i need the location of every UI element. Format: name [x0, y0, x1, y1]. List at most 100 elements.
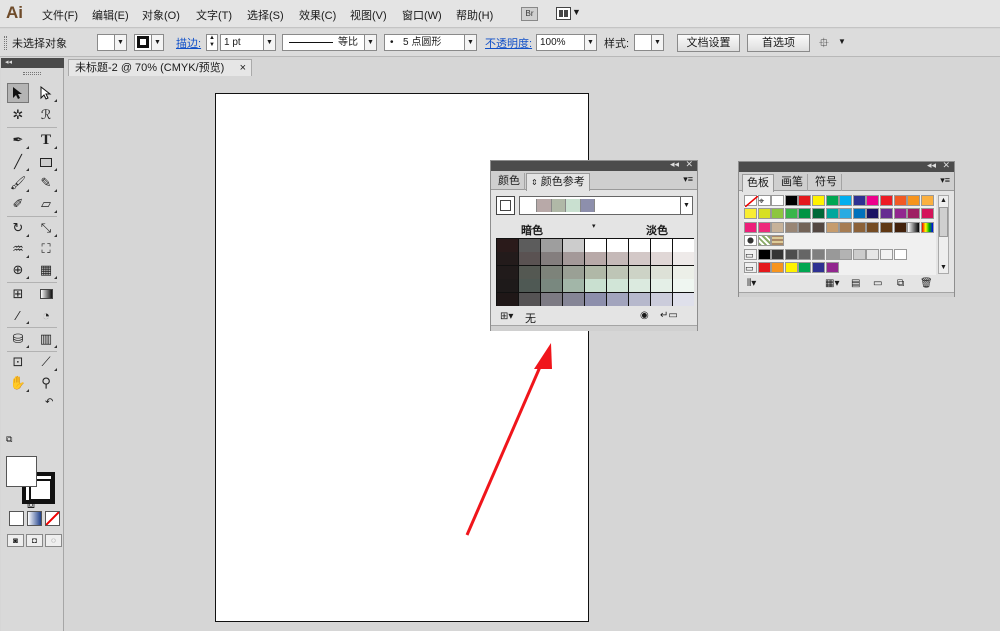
color-swatch[interactable]	[784, 262, 798, 273]
slice-tool-icon[interactable]: ⟋	[35, 352, 57, 372]
color-swatch[interactable]	[880, 221, 893, 233]
color-variation-swatch[interactable]	[541, 239, 562, 252]
zoom-tool-icon[interactable]: ⚲	[35, 373, 57, 393]
fill-color-select[interactable]: ▼	[97, 34, 127, 51]
color-variation-swatch[interactable]	[607, 239, 628, 252]
tab-symbols[interactable]: 符号	[811, 174, 842, 191]
swatch-scrollbar[interactable]: ▲ ▼	[938, 195, 949, 274]
color-variation-swatch[interactable]	[519, 265, 540, 279]
color-swatch[interactable]	[798, 195, 812, 206]
color-swatch[interactable]	[757, 262, 771, 273]
color-swatch[interactable]	[866, 248, 880, 260]
color-variation-swatch[interactable]	[497, 239, 518, 252]
paintbrush-tool-icon[interactable]: 🖌	[7, 173, 29, 193]
draw-behind-icon[interactable]: ◘	[26, 534, 43, 547]
folder-icon[interactable]: ▭	[744, 262, 757, 273]
color-variation-swatch[interactable]	[607, 292, 628, 306]
color-variation-swatch[interactable]	[607, 252, 628, 266]
color-swatch[interactable]	[757, 221, 771, 233]
pencil-tool-icon[interactable]: ✎	[35, 173, 57, 193]
chevron-down-icon[interactable]: ▼	[838, 37, 846, 46]
color-swatch[interactable]	[907, 195, 921, 206]
color-swatch[interactable]	[866, 208, 880, 220]
none-swatch[interactable]	[744, 195, 759, 208]
color-variation-swatch[interactable]	[651, 279, 672, 293]
opacity-label[interactable]: 不透明度:	[485, 35, 532, 51]
color-swatch[interactable]	[812, 262, 825, 273]
color-variation-swatch[interactable]	[673, 279, 694, 293]
draw-normal-icon[interactable]: ◙	[7, 534, 24, 547]
color-variation-swatch[interactable]	[673, 292, 694, 306]
color-swatch[interactable]	[839, 195, 853, 206]
menu-type[interactable]: 文字(T)	[196, 7, 232, 23]
graphic-style-select[interactable]: ▼	[634, 34, 664, 51]
color-variation-swatch[interactable]	[585, 292, 606, 306]
color-swatch[interactable]	[771, 262, 785, 273]
collapse-icon[interactable]: ◂◂	[1, 58, 64, 68]
color-swatch[interactable]	[880, 208, 893, 220]
color-variation-swatch[interactable]	[607, 265, 628, 279]
scale-tool-icon[interactable]: ⤡	[35, 218, 57, 238]
free-transform-tool-icon[interactable]: ⛶	[35, 239, 57, 259]
color-variation-swatch[interactable]	[629, 279, 650, 293]
gradient-swatch[interactable]	[920, 221, 934, 233]
new-color-group-icon[interactable]: ▭	[873, 278, 882, 289]
color-variation-swatch[interactable]	[651, 292, 672, 306]
panel-resize-handle[interactable]	[491, 325, 697, 331]
color-variation-swatch[interactable]	[541, 292, 562, 306]
perspective-grid-tool-icon[interactable]: ▦	[35, 260, 57, 280]
color-variation-swatch[interactable]	[541, 279, 562, 293]
blend-tool-icon[interactable]: ◔	[35, 305, 57, 325]
hand-tool-icon[interactable]: ✋	[7, 373, 29, 393]
color-variation-swatch[interactable]	[563, 265, 584, 279]
color-swatch[interactable]	[893, 221, 907, 233]
align-to-icon[interactable]: ⯐	[819, 34, 829, 56]
scroll-down-icon[interactable]: ▼	[939, 263, 948, 273]
panel-menu-icon[interactable]: ▾≡	[683, 174, 693, 185]
swatch-options-icon[interactable]: ▤	[851, 278, 860, 289]
tab-brushes[interactable]: 画笔	[777, 174, 808, 191]
color-swatch[interactable]	[757, 208, 771, 220]
color-swatch[interactable]	[757, 248, 771, 260]
color-variation-swatch[interactable]	[541, 265, 562, 279]
direct-selection-tool-icon[interactable]	[35, 83, 57, 103]
default-fill-stroke-icon[interactable]: ⧉	[6, 434, 12, 445]
color-variation-swatch[interactable]	[563, 239, 584, 252]
color-swatch[interactable]	[784, 208, 798, 220]
menu-window[interactable]: 窗口(W)	[402, 7, 442, 23]
magic-wand-tool-icon[interactable]: ✲	[7, 105, 29, 125]
menu-object[interactable]: 对象(O)	[142, 7, 180, 23]
color-swatch[interactable]	[920, 208, 934, 220]
new-swatch-icon[interactable]: ⧉	[897, 278, 904, 289]
menu-effect[interactable]: 效果(C)	[299, 7, 336, 23]
color-swatch[interactable]	[880, 248, 893, 260]
gradient-tool-icon[interactable]	[35, 284, 57, 304]
menu-view[interactable]: 视图(V)	[350, 7, 387, 23]
close-icon[interactable]: ✕	[942, 160, 950, 171]
color-variation-swatch[interactable]	[629, 265, 650, 279]
color-variation-swatch[interactable]	[563, 292, 584, 306]
document-setup-button[interactable]: 文档设置	[677, 34, 740, 52]
none-mode-icon[interactable]	[45, 511, 60, 526]
collapse-icon[interactable]: ◂◂	[670, 159, 679, 170]
color-swatch[interactable]	[852, 248, 866, 260]
color-variation-swatch[interactable]	[585, 265, 606, 279]
color-swatch[interactable]	[798, 221, 812, 233]
color-swatch[interactable]	[852, 195, 866, 206]
color-swatch[interactable]	[744, 208, 757, 220]
fill-color-swatch[interactable]	[6, 456, 37, 487]
line-tool-icon[interactable]: ╱	[7, 152, 29, 172]
rotate-tool-icon[interactable]: ↻	[7, 218, 29, 238]
color-swatch[interactable]	[798, 248, 812, 260]
color-swatch[interactable]	[825, 195, 839, 206]
gradient-swatch[interactable]	[907, 221, 921, 233]
color-swatch[interactable]	[920, 195, 934, 206]
preferences-button[interactable]: 首选项	[747, 34, 810, 52]
color-variation-swatch[interactable]	[651, 252, 672, 266]
color-swatch[interactable]	[771, 221, 785, 233]
color-swatch[interactable]	[907, 208, 921, 220]
color-swatch[interactable]	[812, 195, 825, 206]
menu-edit[interactable]: 编辑(E)	[92, 7, 129, 23]
color-variation-swatch[interactable]	[585, 239, 606, 252]
color-swatch[interactable]	[812, 221, 825, 233]
